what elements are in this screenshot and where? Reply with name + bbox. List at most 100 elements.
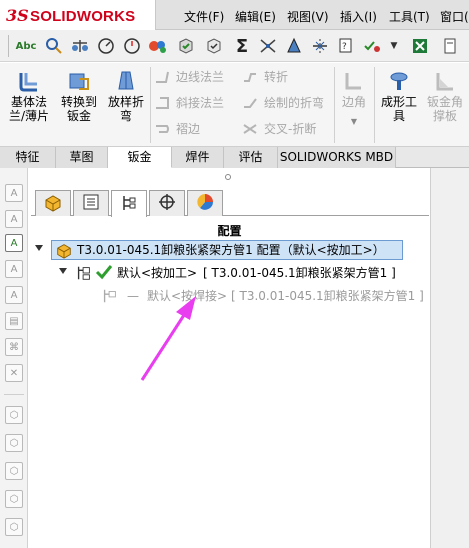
geometric-tolerance-icon[interactable]: ▤ <box>5 312 23 330</box>
performance-evaluation-icon[interactable] <box>148 36 168 56</box>
expand-toggle-icon[interactable] <box>59 268 67 274</box>
tab-evaluate[interactable]: 评估 <box>224 147 278 168</box>
forming-tool-button[interactable]: 成形工 具 <box>376 69 422 123</box>
base-flange-icon <box>17 69 41 93</box>
tab-weldments[interactable]: 焊件 <box>172 147 224 168</box>
measure-icon[interactable] <box>44 36 64 56</box>
configuration-manager-tab[interactable] <box>111 190 147 217</box>
sheet-metal-gusset-label: 钣金角 撑板 <box>426 95 463 123</box>
base-flange-button[interactable]: 基体法 兰/薄片 <box>6 69 52 123</box>
sketched-bend-label: 绘制的折弯 <box>264 96 325 110</box>
weld-symbol-icon[interactable]: A <box>5 286 23 304</box>
convert-to-sheet-metal-icon <box>67 69 91 93</box>
undercut-analysis-icon[interactable] <box>284 36 304 56</box>
active-check-icon <box>95 263 113 287</box>
menu-edit[interactable]: 编辑(E) <box>235 8 276 25</box>
configuration-name: 默认<按加工> <box>117 266 198 280</box>
corners-label: 边角 <box>341 95 366 109</box>
note-icon[interactable]: A <box>5 184 23 202</box>
convert-to-sheet-metal-button[interactable]: 转换到 钣金 <box>56 69 102 123</box>
parting-line-analysis-icon[interactable] <box>310 36 330 56</box>
tab-sketch[interactable]: 草图 <box>56 147 108 168</box>
section-properties-icon[interactable] <box>96 36 116 56</box>
interference-icon[interactable] <box>176 36 196 56</box>
edge-flange-button[interactable]: 边线法兰 <box>152 67 224 87</box>
hidden-lines-icon[interactable]: ⬡ <box>5 462 23 480</box>
left-toolbar-separator <box>4 394 24 395</box>
edge-flange-label: 边线法兰 <box>176 70 225 84</box>
miter-flange-label: 斜接法兰 <box>176 96 225 110</box>
sketched-bend-button[interactable]: 绘制的折弯 <box>240 93 324 113</box>
ds-logo-mark: 3S <box>6 6 29 25</box>
menu-window[interactable]: 窗口( <box>440 8 469 25</box>
corners-button[interactable]: 边角 ▼ <box>336 69 372 129</box>
dimxpert-tab[interactable] <box>149 190 185 216</box>
menu-file[interactable]: 文件(F) <box>184 8 224 25</box>
check-icon[interactable] <box>204 36 224 56</box>
tree-root-row[interactable]: T3.0.01-045.1卸粮张紧架方管1 配置（默认<按加工>） <box>33 240 413 260</box>
compare-documents-icon[interactable] <box>362 36 382 56</box>
hem-button[interactable]: 褶边 <box>152 119 200 139</box>
configuration-detail: [ T3.0.01-045.1卸粮张紧架方管1 ] <box>203 266 396 280</box>
expand-toggle-icon[interactable] <box>35 245 43 251</box>
display-manager-tab[interactable] <box>187 190 223 216</box>
tab-mbd[interactable]: SOLIDWORKS MBD <box>278 147 396 168</box>
dropdown-arrow-icon[interactable]: ▼ <box>384 36 404 56</box>
symmetry-check-icon[interactable]: ? <box>336 36 356 56</box>
datum-feature-icon[interactable]: ⌘ <box>5 338 23 356</box>
balloon-icon[interactable]: A <box>5 210 23 228</box>
configuration-detail: [ T3.0.01-045.1卸粮张紧架方管1 ] <box>231 289 424 303</box>
sum-equations-icon[interactable]: Σ <box>232 36 252 57</box>
tab-features[interactable]: 特征 <box>0 147 56 168</box>
cross-break-button[interactable]: 交叉-折断 <box>240 119 316 139</box>
jog-icon <box>242 69 258 85</box>
menu-view[interactable]: 视图(V) <box>287 8 329 25</box>
property-manager-tab[interactable] <box>73 190 109 216</box>
sensor-icon[interactable] <box>122 36 142 56</box>
tree-config-row-welding[interactable]: — 默认<按焊接> [ T3.0.01-045.1卸粮张紧架方管1 ] <box>101 286 424 306</box>
ribbon-separator <box>334 67 335 143</box>
feature-works-icon[interactable] <box>440 36 460 56</box>
derived-config-icon <box>101 287 119 311</box>
ribbon-separator <box>374 67 375 143</box>
corners-dropdown-icon[interactable]: ▼ <box>336 115 372 129</box>
smart-dimension-icon[interactable]: A <box>5 234 23 252</box>
toolbar-grip <box>8 35 9 57</box>
menu-tools[interactable]: 工具(T) <box>389 8 430 25</box>
command-manager-tabs: 特征 草图 钣金 焊件 评估 SOLIDWORKS MBD <box>0 147 469 168</box>
section-view-icon[interactable]: ⬡ <box>5 518 23 536</box>
display-style-icon[interactable]: ⬡ <box>5 434 23 452</box>
solidworks-logo[interactable]: 3S SOLIDWORKS <box>0 0 156 30</box>
configuration-name: 默认<按焊接> <box>147 289 228 303</box>
view-orientation-icon[interactable]: ⬡ <box>5 406 23 424</box>
standard-toolbar: Abc Σ ? ▼ <box>0 30 469 62</box>
datum-target-icon[interactable]: ✕ <box>5 364 23 382</box>
sheet-metal-gusset-button[interactable]: 钣金角 撑板 <box>422 69 468 123</box>
tree-config-row-machining[interactable]: 默认<按加工> [ T3.0.01-045.1卸粮张紧架方管1 ] <box>57 263 427 283</box>
sheet-metal-gusset-icon <box>433 69 457 93</box>
lofted-bend-icon <box>114 69 138 93</box>
menu-insert[interactable]: 插入(I) <box>340 8 377 25</box>
jog-button[interactable]: 转折 <box>240 67 288 87</box>
excel-export-icon[interactable] <box>410 36 430 56</box>
forming-tool-label: 成形工 具 <box>380 95 417 123</box>
panel-collapse-handle[interactable] <box>225 174 231 180</box>
feature-tree-tab[interactable] <box>35 190 71 216</box>
draft-analysis-icon[interactable] <box>258 36 278 56</box>
surface-finish-icon[interactable]: A <box>5 260 23 278</box>
dimxpert-icon <box>157 192 177 215</box>
miter-flange-button[interactable]: 斜接法兰 <box>152 93 224 113</box>
tab-sheet-metal[interactable]: 钣金 <box>108 147 172 168</box>
lofted-bend-label: 放样折 弯 <box>107 95 144 123</box>
jog-label: 转折 <box>264 70 289 84</box>
mass-properties-icon[interactable] <box>70 36 90 56</box>
spellcheck-icon[interactable]: Abc <box>16 36 37 56</box>
title-bar: 3S SOLIDWORKS 文件(F) 编辑(E) 视图(V) 插入(I) 工具… <box>0 0 469 30</box>
shaded-view-icon[interactable]: ⬡ <box>5 490 23 508</box>
property-manager-icon <box>81 192 101 215</box>
sketched-bend-icon <box>242 95 258 111</box>
lofted-bend-button[interactable]: 放样折 弯 <box>104 69 148 123</box>
left-toolbar: A A A A A ▤ ⌘ ✕ ⬡ ⬡ ⬡ ⬡ ⬡ <box>0 168 28 548</box>
hem-label: 褶边 <box>176 122 201 136</box>
feature-manager-panel: 配置 T3.0.01-045.1卸粮张紧架方管1 配置（默认<按加工>） 默认<… <box>29 168 430 548</box>
